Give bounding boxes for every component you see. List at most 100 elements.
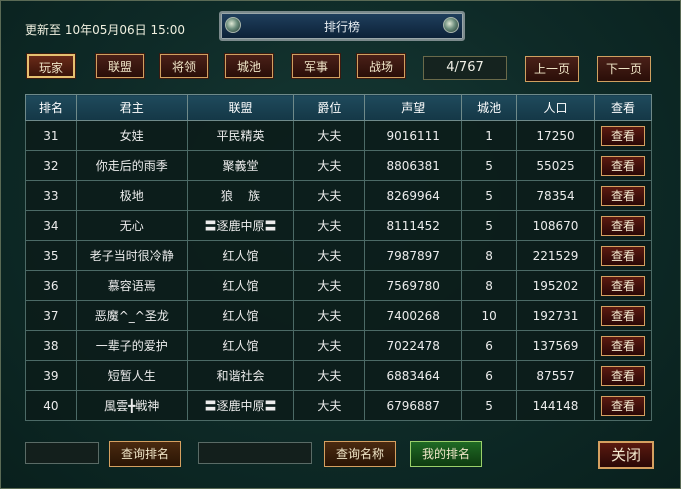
view-button[interactable]: 查看 [600,365,645,386]
view-button[interactable]: 查看 [600,215,645,236]
tab-battlefield[interactable]: 战场 [356,53,406,79]
cell-rank: 36 [25,270,77,301]
cell-title: 大夫 [293,240,366,271]
cell-view: 查看 [593,330,653,361]
column-header-title: 爵位 [293,94,366,121]
cell-lord: 慕容语焉 [75,270,188,301]
update-time: 更新至 10年05月06日 15:00 [25,23,186,37]
cell-cities: 1 [461,120,518,151]
cell-population: 108670 [516,210,595,241]
cell-view: 查看 [593,360,653,391]
cell-cities: 8 [461,240,518,271]
tab-cities[interactable]: 城池 [224,53,274,79]
cell-title: 大夫 [293,210,366,241]
cell-title: 大夫 [293,180,366,211]
column-header-rank: 排名 [25,94,77,121]
cell-cities: 5 [461,150,518,181]
cell-prestige: 7400268 [364,300,463,331]
view-button[interactable]: 查看 [600,245,645,266]
tab-alliances[interactable]: 联盟 [95,53,145,79]
leaderboard-panel: 更新至 10年05月06日 15:00 排行榜 玩家 联盟 将领 城池 军事 战… [0,0,681,489]
cell-prestige: 7987897 [364,240,463,271]
cell-lord: 女娃 [75,120,188,151]
prev-page-button[interactable]: 上一页 [525,56,579,82]
cell-cities: 10 [461,300,518,331]
cell-population: 55025 [516,150,595,181]
column-header-lord: 君主 [75,94,188,121]
cell-alliance: 红人馆 [186,240,295,271]
table-row: 38 一辈子的爱护 红人馆 大夫 7022478 6 137569 查看 [25,330,653,361]
column-header-alliance: 联盟 [186,94,295,121]
title-bar: 排行榜 [219,11,465,41]
query-rank-button[interactable]: 查询排名 [109,441,181,467]
my-rank-button[interactable]: 我的排名 [410,441,482,467]
cell-population: 17250 [516,120,595,151]
cell-rank: 37 [25,300,77,331]
cell-prestige: 9016111 [364,120,463,151]
cell-alliance: 和谐社会 [186,360,295,391]
cell-title: 大夫 [293,330,366,361]
cell-rank: 34 [25,210,77,241]
column-header-cities: 城池 [461,94,518,121]
cell-alliance: 狼 族 [186,180,295,211]
cell-rank: 39 [25,360,77,391]
name-query-input[interactable] [198,442,312,464]
page-indicator: 4/767 [423,56,507,80]
cell-lord: 一辈子的爱护 [75,330,188,361]
table-row: 39 短暂人生 和谐社会 大夫 6883464 6 87557 查看 [25,360,653,391]
rank-query-input[interactable] [25,442,99,464]
view-button[interactable]: 查看 [600,185,645,206]
view-button[interactable]: 查看 [600,275,645,296]
cell-rank: 40 [25,390,77,421]
cell-prestige: 6796887 [364,390,463,421]
cell-lord: 風雲╋戦神 [75,390,188,421]
view-button[interactable]: 查看 [600,335,645,356]
cell-population: 195202 [516,270,595,301]
cell-cities: 5 [461,180,518,211]
cell-prestige: 6883464 [364,360,463,391]
cell-title: 大夫 [293,120,366,151]
cell-lord: 短暂人生 [75,360,188,391]
cell-lord: 老子当时很冷静 [75,240,188,271]
view-button[interactable]: 查看 [600,155,645,176]
view-button[interactable]: 查看 [600,305,645,326]
cell-view: 查看 [593,300,653,331]
query-name-button[interactable]: 查询名称 [324,441,396,467]
cell-alliance: 红人馆 [186,270,295,301]
cell-cities: 8 [461,270,518,301]
cell-population: 221529 [516,240,595,271]
next-page-button[interactable]: 下一页 [597,56,651,82]
cell-view: 查看 [593,240,653,271]
ornament-icon [443,17,459,33]
view-button[interactable]: 查看 [600,395,645,416]
cell-lord: 恶魔^_^圣龙 [75,300,188,331]
cell-prestige: 8806381 [364,150,463,181]
close-button[interactable]: 关闭 [598,441,654,469]
tab-players[interactable]: 玩家 [26,53,76,79]
table-row: 34 无心 〓逐鹿中原〓 大夫 8111452 5 108670 查看 [25,210,653,241]
cell-title: 大夫 [293,270,366,301]
view-button[interactable]: 查看 [600,125,645,146]
tab-military[interactable]: 军事 [291,53,341,79]
cell-cities: 5 [461,390,518,421]
cell-alliance: 〓逐鹿中原〓 [186,210,295,241]
cell-population: 192731 [516,300,595,331]
table-header-row: 排名 君主 联盟 爵位 声望 城池 人口 查看 [25,94,653,121]
cell-rank: 38 [25,330,77,361]
cell-prestige: 7569780 [364,270,463,301]
cell-prestige: 8111452 [364,210,463,241]
cell-alliance: 红人馆 [186,300,295,331]
cell-rank: 31 [25,120,77,151]
cell-view: 查看 [593,180,653,211]
cell-rank: 35 [25,240,77,271]
cell-cities: 6 [461,330,518,361]
cell-population: 78354 [516,180,595,211]
cell-alliance: 平民精英 [186,120,295,151]
cell-population: 144148 [516,390,595,421]
table-row: 32 你走后的雨季 聚義堂 大夫 8806381 5 55025 查看 [25,150,653,181]
cell-title: 大夫 [293,360,366,391]
table-row: 33 极地 狼 族 大夫 8269964 5 78354 查看 [25,180,653,211]
cell-prestige: 8269964 [364,180,463,211]
tab-generals[interactable]: 将领 [159,53,209,79]
column-header-view: 查看 [593,94,653,121]
